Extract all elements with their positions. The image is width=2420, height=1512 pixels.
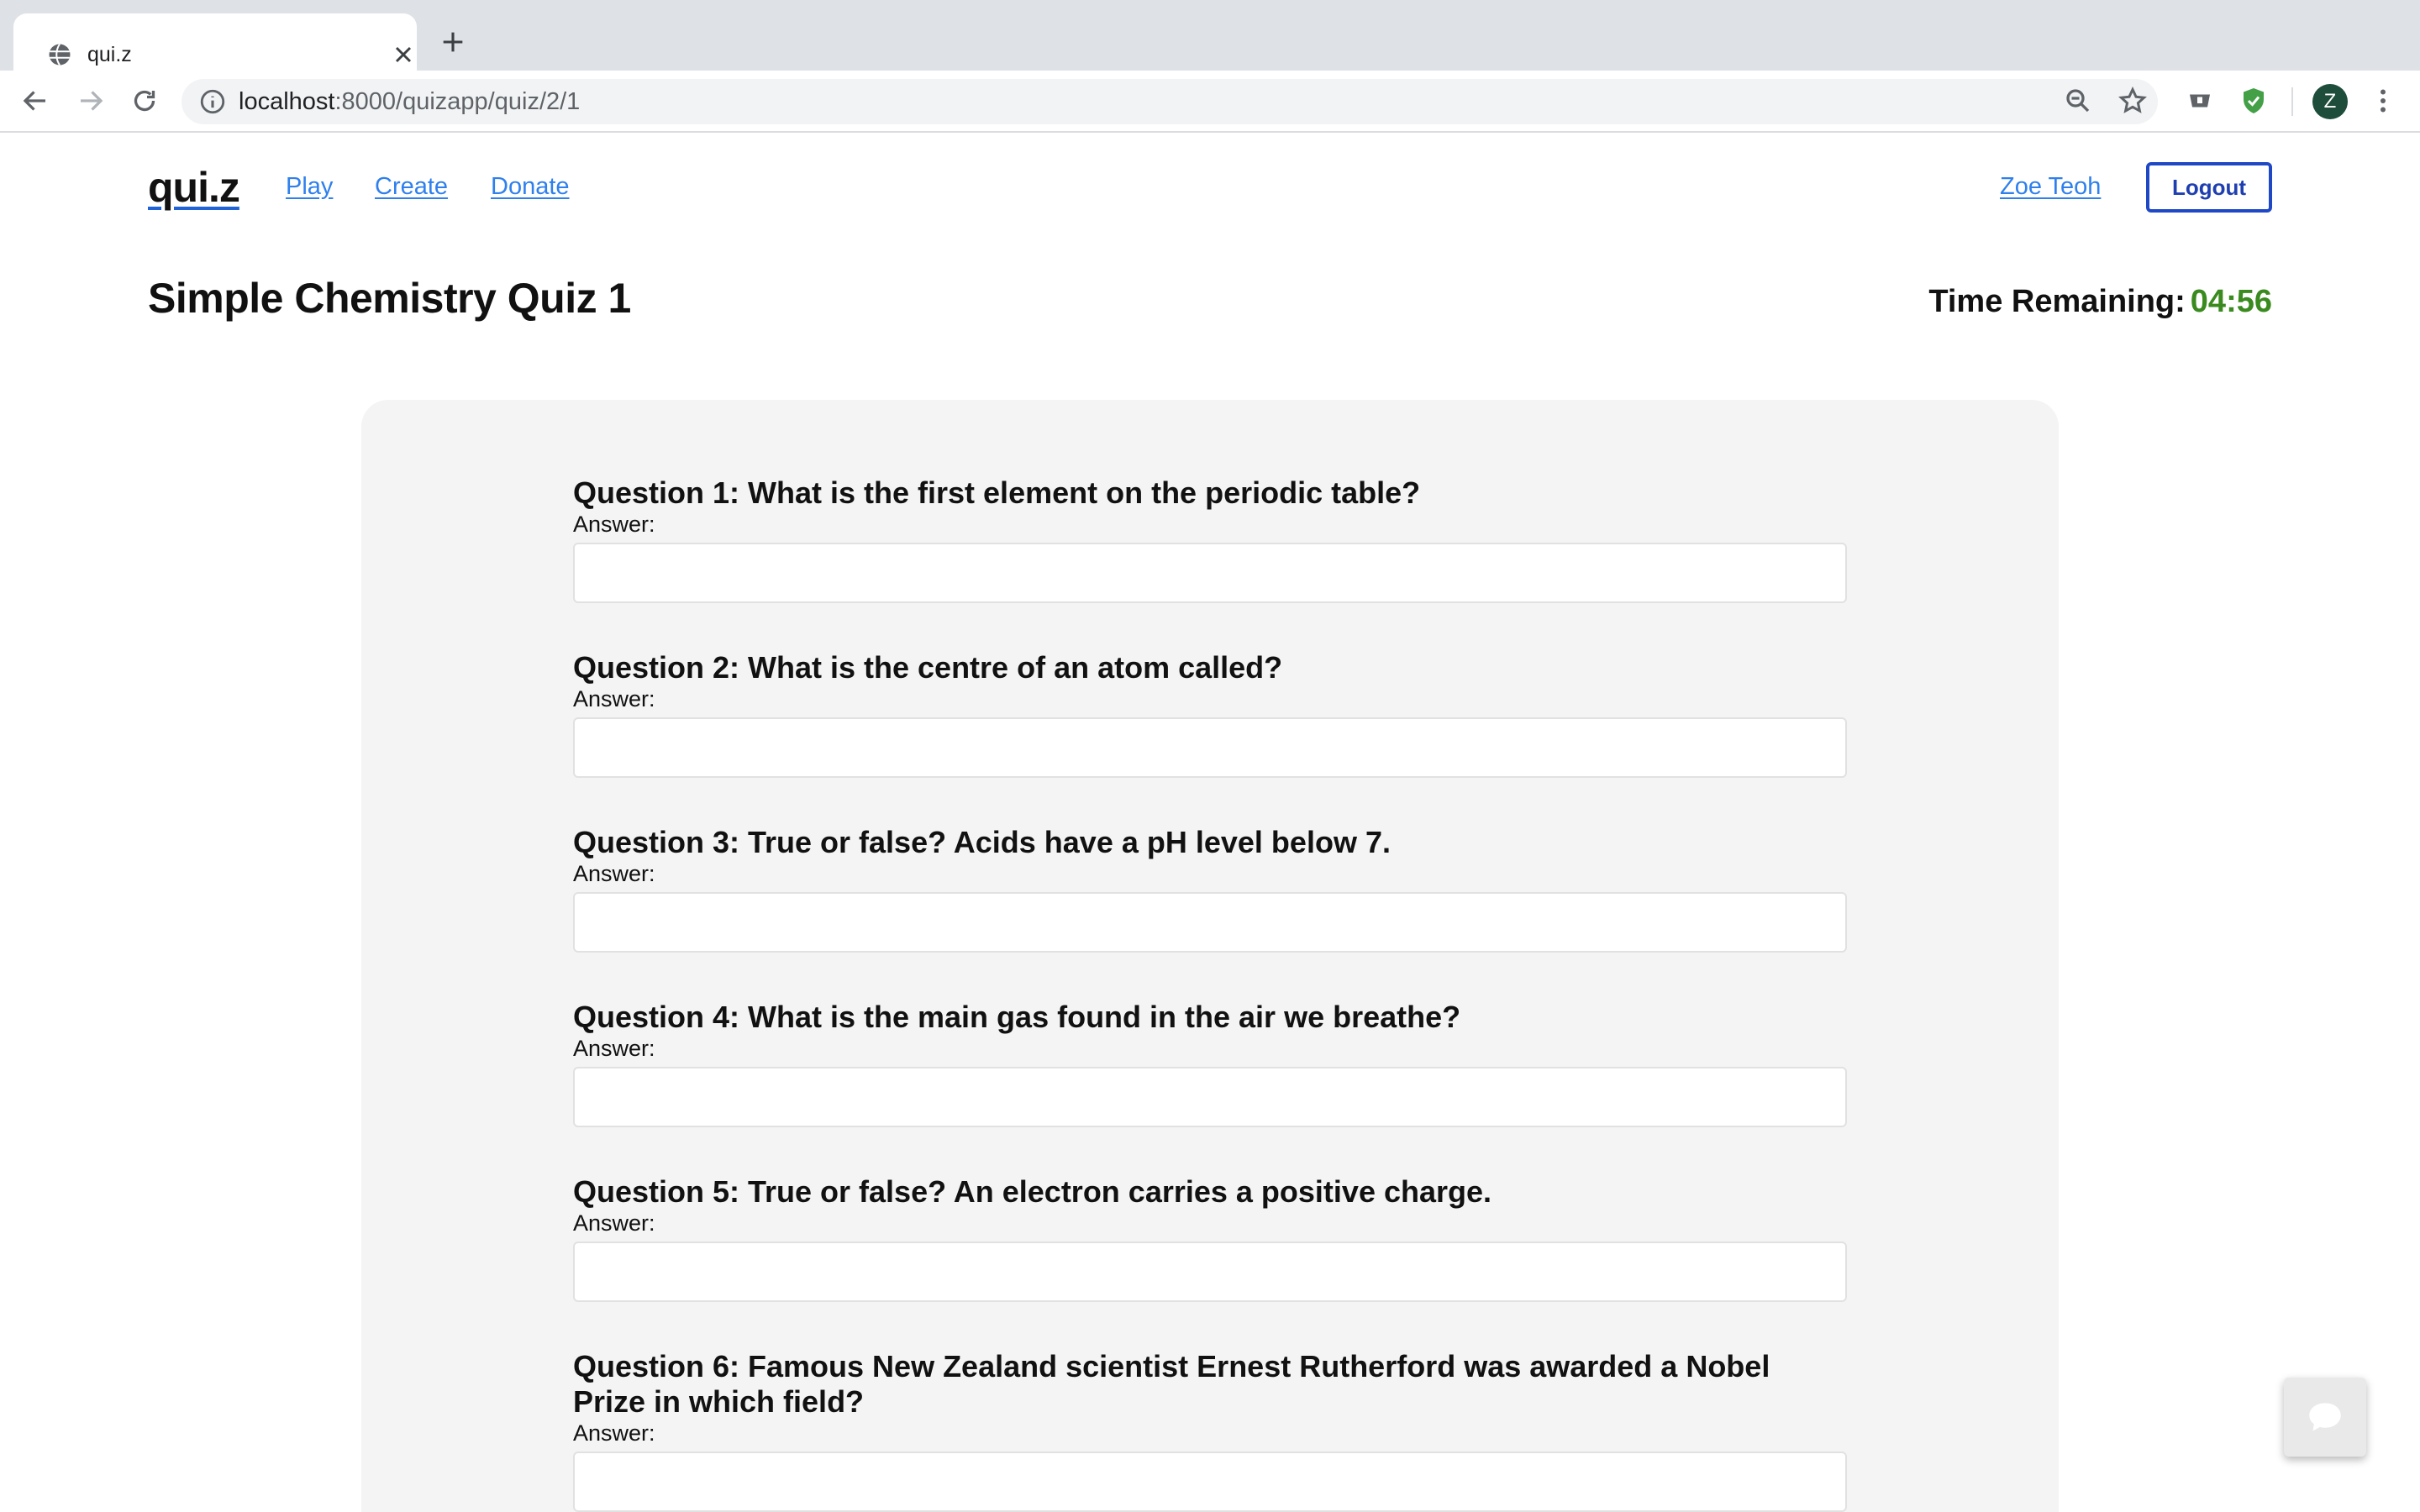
answer-label: Answer: <box>573 861 655 886</box>
question-text: Question 5: True or false? An electron c… <box>573 1174 1492 1209</box>
answer-input-5[interactable] <box>573 1242 1847 1302</box>
url-text[interactable]: localhost:8000/quizapp/quiz/2/1 <box>239 88 580 115</box>
answer-label: Answer: <box>573 686 655 711</box>
chat-icon <box>2309 1403 2341 1431</box>
zoom-icon[interactable] <box>2063 86 2093 116</box>
plus-icon[interactable] <box>439 28 467 56</box>
close-icon[interactable] <box>390 41 417 68</box>
menu-icon[interactable] <box>2368 86 2398 116</box>
question-text: Question 2: What is the centre of an ato… <box>573 650 1283 685</box>
timer-value: 04:56 <box>2190 284 2272 319</box>
answer-input-6[interactable] <box>573 1452 1847 1512</box>
timer-label: Time Remaining: <box>1928 284 2186 319</box>
star-icon[interactable] <box>2118 86 2148 116</box>
forward-icon[interactable] <box>76 86 106 116</box>
extension-icon[interactable] <box>2185 86 2215 116</box>
url-host: localhost <box>239 88 335 115</box>
nav-link-create[interactable]: Create <box>375 173 448 201</box>
tab-title: qui.z <box>87 43 132 66</box>
info-icon[interactable] <box>198 87 227 116</box>
chat-button[interactable] <box>2284 1378 2366 1457</box>
browser-tab-strip: qui.z <box>0 0 2420 71</box>
question-6: Question 6: Famous New Zealand scientist… <box>573 1349 1847 1512</box>
nav-link-play[interactable]: Play <box>286 173 333 201</box>
nav-link-donate[interactable]: Donate <box>491 173 570 201</box>
question-5: Question 5: True or false? An electron c… <box>573 1174 1847 1302</box>
time-remaining: Time Remaining: 04:56 <box>1928 284 2272 320</box>
reload-icon[interactable] <box>129 86 160 116</box>
question-2: Question 2: What is the centre of an ato… <box>573 650 1847 778</box>
back-icon[interactable] <box>20 86 50 116</box>
profile-avatar[interactable]: Z <box>2312 84 2348 119</box>
shield-icon[interactable] <box>2238 86 2269 116</box>
site-logo[interactable]: qui.z <box>148 163 240 212</box>
toolbar-separator <box>2291 87 2293 116</box>
page-title: Simple Chemistry Quiz 1 <box>148 275 631 322</box>
question-3: Question 3: True or false? Acids have a … <box>573 825 1847 953</box>
question-text: Question 6: Famous New Zealand scientist… <box>573 1349 1770 1419</box>
answer-label: Answer: <box>573 1036 655 1061</box>
user-profile-link[interactable]: Zoe Teoh <box>2000 173 2101 201</box>
question-text: Question 3: True or false? Acids have a … <box>573 825 1391 859</box>
question-text: Question 4: What is the main gas found i… <box>573 1000 1461 1034</box>
question-4: Question 4: What is the main gas found i… <box>573 1000 1847 1127</box>
logout-button[interactable]: Logout <box>2146 162 2272 213</box>
globe-icon <box>49 43 71 66</box>
answer-label: Answer: <box>573 1210 655 1236</box>
browser-tab[interactable]: qui.z <box>13 13 417 71</box>
answer-label: Answer: <box>573 512 655 537</box>
answer-input-3[interactable] <box>573 892 1847 953</box>
answer-input-1[interactable] <box>573 543 1847 603</box>
answer-input-4[interactable] <box>573 1067 1847 1127</box>
answer-input-2[interactable] <box>573 717 1847 778</box>
url-path: :8000/quizapp/quiz/2/1 <box>334 88 581 115</box>
question-1: Question 1: What is the first element on… <box>573 475 1847 603</box>
question-text: Question 1: What is the first element on… <box>573 475 1421 510</box>
answer-label: Answer: <box>573 1420 655 1446</box>
